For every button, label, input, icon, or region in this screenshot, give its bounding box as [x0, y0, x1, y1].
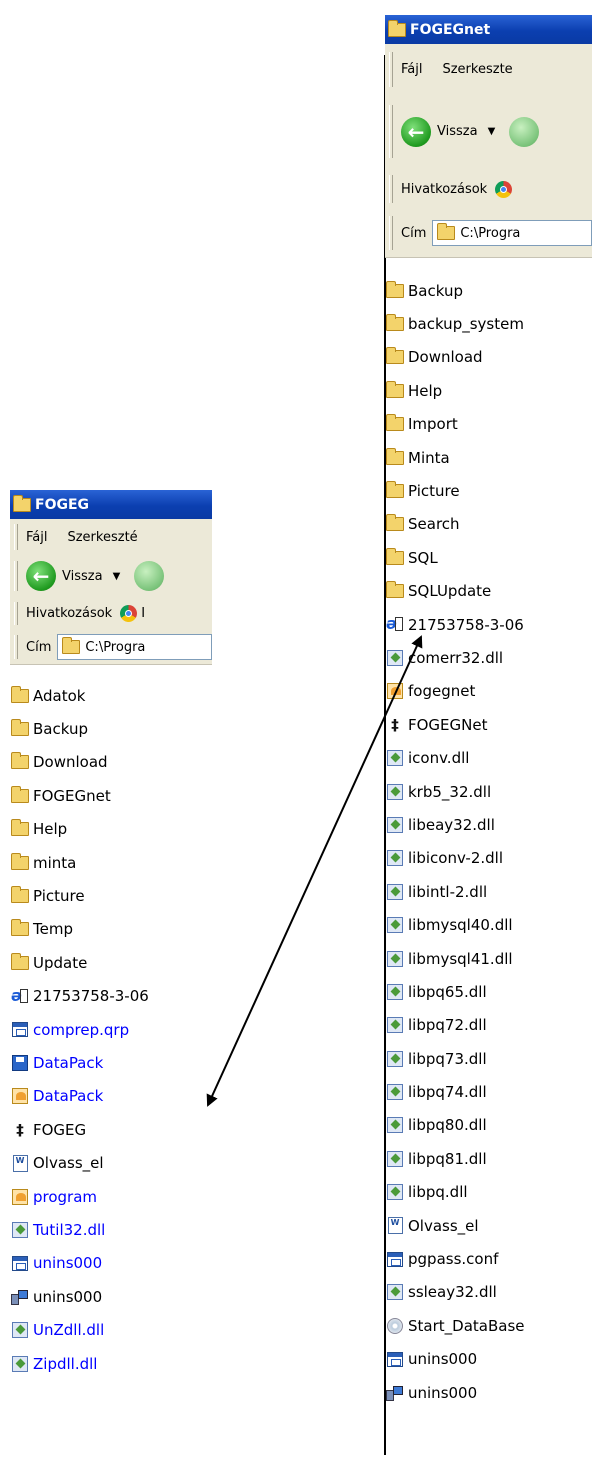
connector-arrow — [206, 635, 423, 1107]
